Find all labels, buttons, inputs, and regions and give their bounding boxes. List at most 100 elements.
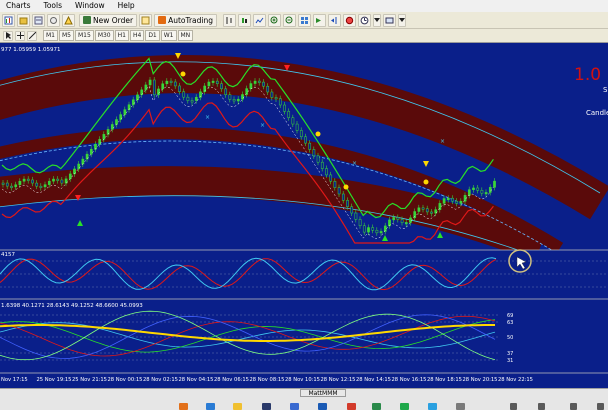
data-window-icon <box>50 16 57 24</box>
signal-dot <box>315 131 321 137</box>
store-icon[interactable] <box>290 403 299 410</box>
new-chart-button[interactable] <box>2 13 15 27</box>
profiles-button[interactable] <box>17 13 30 27</box>
time-tick-label: 28 Nov 18:15 <box>427 377 462 383</box>
meta-editor-button[interactable] <box>139 13 153 27</box>
templates-dropdown[interactable] <box>398 13 406 27</box>
time-tick-label: Nov 17:15 <box>1 377 28 383</box>
candle-body <box>467 189 471 196</box>
bar-chart-button[interactable] <box>223 13 236 27</box>
candle-body <box>312 149 316 157</box>
templates-button[interactable] <box>383 13 396 27</box>
candle-body <box>430 211 433 214</box>
candle-body <box>110 124 114 130</box>
candle-body <box>186 96 190 101</box>
candle-body <box>270 91 274 98</box>
candle-body <box>325 168 328 176</box>
price-chart-window[interactable]: × × × × 69 63 50 37 31 Nov 17:15 25 Nov 19:15 25 No… <box>0 43 608 388</box>
chart-canvas[interactable]: × × × × 6963 50 3731 Nov 17:15 25 Nov 19:15 25 No… <box>0 43 608 388</box>
firefox-icon[interactable] <box>179 403 188 410</box>
timeframe-m15[interactable]: M15 <box>75 30 94 41</box>
candle-body <box>241 94 244 100</box>
candle-body <box>31 179 34 184</box>
time-tick-label: 28 Nov 08:15 <box>250 377 285 383</box>
candle-body <box>371 227 375 231</box>
candle-body <box>115 119 118 125</box>
cursor-tool[interactable] <box>3 30 13 41</box>
timeframe-h4[interactable]: H4 <box>129 30 145 41</box>
candle-body <box>287 111 291 118</box>
candle-body <box>329 174 333 182</box>
menu-window[interactable]: Window <box>69 0 112 12</box>
chart-shift-button[interactable] <box>328 13 341 27</box>
timeframe-h1[interactable]: H1 <box>114 30 129 41</box>
candle-body <box>178 85 181 92</box>
tile-windows-button[interactable] <box>298 13 311 27</box>
periods-button[interactable] <box>358 13 371 27</box>
candle-chart-button[interactable] <box>238 13 251 27</box>
timeframe-w1[interactable]: W1 <box>160 30 177 41</box>
notification-icon[interactable] <box>538 403 545 410</box>
candle-body <box>207 81 211 87</box>
candle-body <box>157 88 160 96</box>
auto-scroll-button[interactable] <box>313 13 326 27</box>
candle-body <box>224 88 228 95</box>
meta-editor-icon <box>141 16 150 24</box>
new-order-button[interactable]: New Order <box>79 13 138 27</box>
timeframe-d1[interactable]: D1 <box>145 30 160 41</box>
crosshair-tool[interactable] <box>15 30 25 41</box>
zoom-out-button[interactable] <box>283 13 296 27</box>
timeframe-m1[interactable]: M1 <box>43 30 58 41</box>
menu-tools[interactable]: Tools <box>38 0 69 12</box>
candle-body <box>488 187 492 193</box>
market-watch-button[interactable] <box>32 13 45 27</box>
timeframe-mn[interactable]: MN <box>177 30 194 41</box>
timeframe-m30[interactable]: M30 <box>94 30 114 41</box>
line-chart-button[interactable] <box>253 13 266 27</box>
candle-body <box>1 182 5 185</box>
candle-body <box>136 94 139 101</box>
candle-body <box>476 187 480 191</box>
file-explorer-icon[interactable] <box>233 403 242 410</box>
chart-window-tab[interactable]: MattMMM <box>300 389 346 397</box>
candle-body <box>68 173 72 180</box>
mail-icon[interactable] <box>318 403 327 410</box>
candle-body <box>173 81 177 87</box>
candle-body <box>291 117 295 125</box>
metatrader-icon[interactable] <box>372 403 381 410</box>
navigator-button[interactable] <box>62 13 75 27</box>
volume-icon[interactable] <box>510 403 517 410</box>
time-tick-label: 28 Nov 00:15 <box>108 377 143 383</box>
chrome-icon[interactable] <box>347 403 356 410</box>
candle-body <box>220 83 223 90</box>
candle-body <box>236 98 240 102</box>
auto-trading-button[interactable]: AutoTrading <box>154 13 217 27</box>
clock-icon <box>360 16 369 24</box>
candle-body <box>417 207 421 212</box>
settings-icon[interactable] <box>456 403 465 410</box>
candle-body <box>228 94 232 100</box>
trendline-tool[interactable] <box>27 30 37 41</box>
indicators-button[interactable] <box>343 13 356 27</box>
candle-body <box>320 161 324 169</box>
candle-body <box>299 130 303 138</box>
auto-trading-icon <box>158 16 167 24</box>
menu-charts[interactable]: Charts <box>0 0 38 12</box>
menu-help[interactable]: Help <box>112 0 142 12</box>
spotify-icon[interactable] <box>400 403 409 410</box>
candle-body <box>106 129 110 135</box>
osc2-level-label: 37 <box>507 351 513 357</box>
edge-icon[interactable] <box>206 403 215 410</box>
time-tick-label: 28 Nov 12:15 <box>321 377 356 383</box>
time-tick-label: 28 Nov 10:15 <box>285 377 320 383</box>
timeframe-m5[interactable]: M5 <box>59 30 74 41</box>
menu-bar: Charts Tools Window Help <box>0 0 608 12</box>
periods-dropdown[interactable] <box>373 13 381 27</box>
terminal-icon[interactable] <box>262 403 271 410</box>
skype-icon[interactable] <box>428 403 437 410</box>
show-desktop-icon[interactable] <box>597 403 604 410</box>
clock-tray-icon[interactable] <box>570 403 577 410</box>
candle-body <box>144 84 148 91</box>
zoom-in-button[interactable] <box>268 13 281 27</box>
data-window-button[interactable] <box>47 13 60 27</box>
